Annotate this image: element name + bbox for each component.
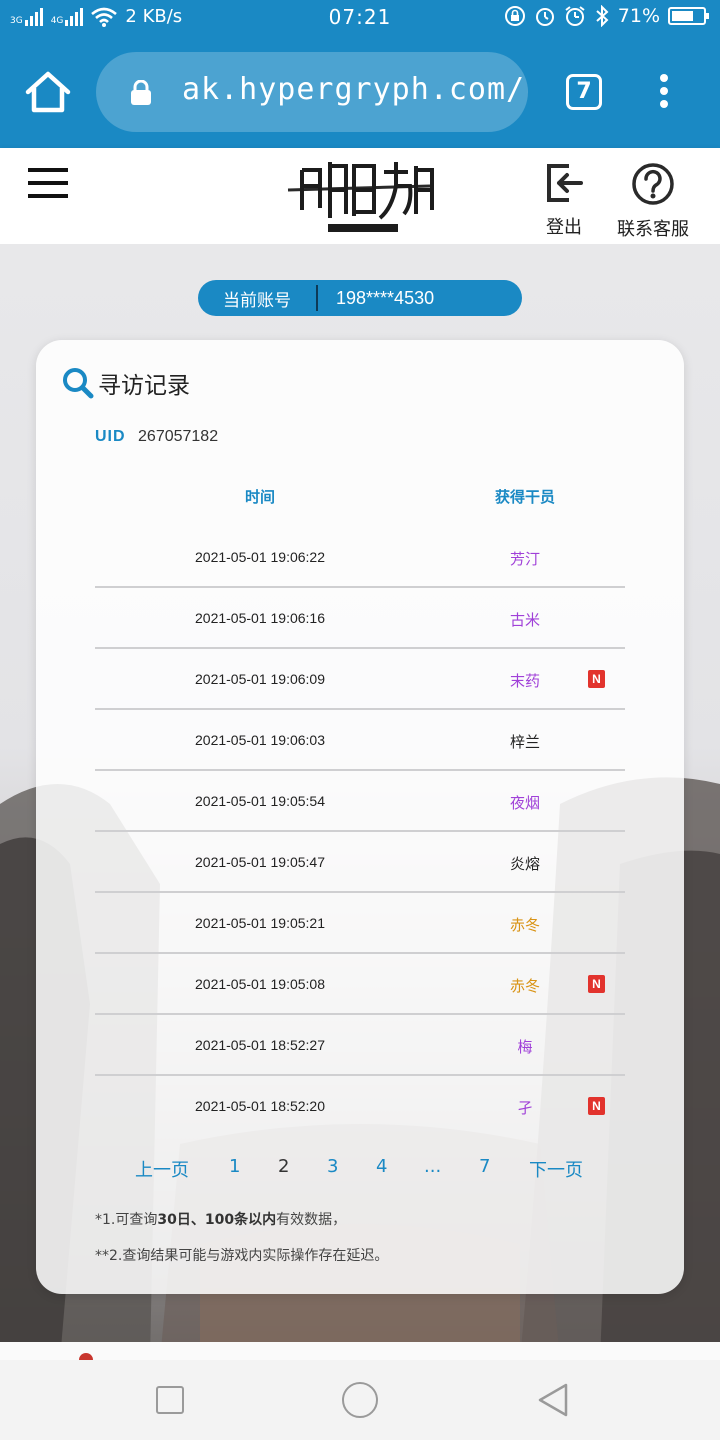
table-row: 2021-05-01 18:52:20 孑 N bbox=[95, 1076, 625, 1137]
customer-service-button[interactable]: 联系客服 bbox=[610, 162, 696, 241]
table-row: 2021-05-01 19:06:09 末药 N bbox=[95, 649, 625, 710]
note-1-suffix: 有效数据， bbox=[276, 1212, 347, 1228]
more-icon[interactable] bbox=[656, 74, 672, 112]
row-operator: 赤冬 bbox=[509, 916, 540, 934]
bluetooth-icon bbox=[596, 5, 609, 27]
home-icon[interactable] bbox=[24, 70, 72, 114]
lock-icon bbox=[131, 80, 151, 105]
alarm-icon bbox=[565, 6, 585, 26]
pagination: 上一页 1 2 3 4 ... 7 下一页 bbox=[36, 1156, 684, 1186]
prev-page-button[interactable]: 上一页 bbox=[135, 1156, 189, 1182]
row-time: 2021-05-01 18:52:20 bbox=[195, 1098, 325, 1114]
records-table: 2021-05-01 19:06:22 芳汀 2021-05-01 19:06:… bbox=[95, 527, 625, 1137]
row-operator: 梓兰 bbox=[509, 733, 540, 751]
new-badge: N bbox=[588, 670, 605, 688]
table-row: 2021-05-01 18:52:27 梅 bbox=[95, 1015, 625, 1076]
row-time: 2021-05-01 19:05:47 bbox=[195, 854, 325, 870]
status-bar: 3G 4G 2 KB/s 07:21 71% bbox=[0, 0, 720, 36]
gacha-records-card: 寻访记录 UID 267057182 时间 获得干员 2021-05-01 19… bbox=[36, 340, 684, 1294]
row-operator: 梅 bbox=[517, 1038, 533, 1056]
card-title: 寻访记录 bbox=[62, 366, 190, 400]
timer-icon bbox=[535, 8, 554, 26]
recent-apps-icon[interactable] bbox=[156, 1386, 184, 1414]
row-time: 2021-05-01 18:52:27 bbox=[195, 1037, 325, 1053]
row-time: 2021-05-01 19:05:08 bbox=[195, 976, 325, 992]
browser-toolbar: ak.hypergryph.com/us 7 bbox=[0, 36, 720, 148]
logout-icon bbox=[547, 164, 583, 202]
table-row: 2021-05-01 19:05:54 夜烟 bbox=[95, 771, 625, 832]
logout-button[interactable]: 登出 bbox=[540, 162, 588, 239]
rotation-lock-icon bbox=[504, 6, 525, 26]
table-row: 2021-05-01 19:05:08 赤冬 N bbox=[95, 954, 625, 1015]
row-time: 2021-05-01 19:06:03 bbox=[195, 732, 325, 748]
row-time: 2021-05-01 19:06:22 bbox=[195, 549, 325, 565]
table-row: 2021-05-01 19:05:47 炎熔 bbox=[95, 832, 625, 893]
column-operator: 获得干员 bbox=[494, 488, 555, 506]
system-nav-bar bbox=[0, 1360, 720, 1440]
uid-line: UID 267057182 bbox=[95, 428, 218, 446]
battery-icon bbox=[668, 7, 709, 25]
uid-label: UID bbox=[95, 428, 126, 445]
table-header: 时间 获得干员 bbox=[95, 486, 625, 510]
uid-value: 267057182 bbox=[138, 428, 219, 445]
row-time: 2021-05-01 19:06:09 bbox=[195, 671, 325, 687]
new-badge: N bbox=[588, 975, 605, 993]
address-bar[interactable]: ak.hypergryph.com/us bbox=[96, 52, 528, 132]
row-time: 2021-05-01 19:05:21 bbox=[195, 915, 325, 931]
table-row: 2021-05-01 19:05:21 赤冬 bbox=[95, 893, 625, 954]
account-label: 当前账号 bbox=[223, 290, 291, 311]
card-title-text: 寻访记录 bbox=[98, 373, 190, 399]
table-row: 2021-05-01 19:06:16 古米 bbox=[95, 588, 625, 649]
tabs-icon[interactable]: 7 bbox=[566, 74, 602, 110]
url-text[interactable]: ak.hypergryph.com/us bbox=[182, 72, 528, 107]
note-1-bold: 30日、100条以内 bbox=[157, 1212, 277, 1228]
arknights-logo bbox=[287, 162, 434, 232]
new-badge: N bbox=[588, 1097, 605, 1115]
next-page-button[interactable]: 下一页 bbox=[529, 1156, 583, 1182]
row-time: 2021-05-01 19:06:16 bbox=[195, 610, 325, 626]
page-link-7[interactable]: 7 bbox=[479, 1156, 490, 1177]
row-time: 2021-05-01 19:05:54 bbox=[195, 793, 325, 809]
row-operator: 芳汀 bbox=[509, 550, 540, 568]
back-icon[interactable] bbox=[536, 1382, 570, 1418]
page-ellipsis: ... bbox=[424, 1156, 442, 1177]
police-badge-icon bbox=[79, 1353, 93, 1360]
row-operator: 古米 bbox=[509, 611, 540, 629]
page-link-1[interactable]: 1 bbox=[229, 1156, 240, 1177]
row-operator: 夜烟 bbox=[509, 794, 540, 812]
battery-fill bbox=[672, 11, 693, 21]
account-value: 198****4530 bbox=[336, 287, 435, 308]
help-icon bbox=[632, 163, 674, 205]
search-icon bbox=[63, 368, 94, 399]
note-1-prefix: *1.可查询 bbox=[95, 1212, 158, 1228]
page-link-3[interactable]: 3 bbox=[327, 1156, 338, 1177]
current-account-badge: 当前账号 198****4530 bbox=[198, 280, 522, 316]
notes: *1.可查询30日、100条以内有效数据， **2.查询结果可能与游戏内实际操作… bbox=[95, 1202, 388, 1274]
table-row: 2021-05-01 19:06:03 梓兰 bbox=[95, 710, 625, 771]
table-row: 2021-05-01 19:06:22 芳汀 bbox=[95, 527, 625, 588]
column-time: 时间 bbox=[244, 488, 275, 506]
page-link-4[interactable]: 4 bbox=[376, 1156, 387, 1177]
menu-icon[interactable] bbox=[28, 168, 68, 200]
logout-label: 登出 bbox=[546, 217, 582, 238]
page-link-2-current: 2 bbox=[278, 1156, 290, 1177]
site-header: 登出 联系客服 bbox=[0, 148, 720, 244]
customer-service-label: 联系客服 bbox=[617, 219, 689, 240]
footer-strip bbox=[0, 1342, 720, 1360]
note-2: **2.查询结果可能与游戏内实际操作存在延迟。 bbox=[95, 1248, 389, 1264]
row-operator: 炎熔 bbox=[509, 855, 540, 873]
note-1: *1.可查询30日、100条以内有效数据， bbox=[95, 1202, 388, 1238]
home-circle-icon[interactable] bbox=[342, 1382, 378, 1418]
battery-percent: 71% bbox=[617, 5, 660, 27]
